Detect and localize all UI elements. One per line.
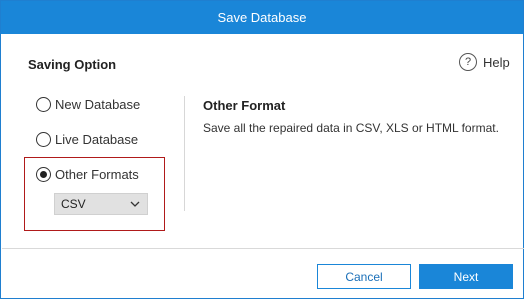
- radio-live-database[interactable]: Live Database: [36, 132, 138, 147]
- radio-circle-icon[interactable]: [36, 132, 51, 147]
- detail-description: Save all the repaired data in CSV, XLS o…: [203, 121, 499, 135]
- help-icon: ?: [459, 53, 477, 71]
- radio-new-database[interactable]: New Database: [36, 97, 140, 112]
- footer-divider: [2, 248, 524, 249]
- radio-checked-icon[interactable]: [36, 167, 51, 182]
- format-selected-value: CSV: [61, 197, 86, 211]
- saving-option-title: Saving Option: [28, 57, 117, 72]
- help-button[interactable]: ? Help: [459, 53, 510, 71]
- window-title: Save Database: [217, 10, 307, 25]
- help-label: Help: [483, 54, 510, 70]
- radio-label: Live Database: [55, 132, 139, 147]
- save-database-dialog: Save Database Saving Option ? Help New D…: [0, 0, 524, 299]
- chevron-down-icon: [130, 201, 140, 207]
- cancel-button[interactable]: Cancel: [317, 264, 411, 289]
- radio-label: Other Formats: [55, 167, 139, 182]
- vertical-divider: [184, 96, 185, 211]
- title-bar: Save Database: [1, 1, 523, 34]
- radio-other-formats[interactable]: Other Formats: [36, 167, 139, 182]
- radio-label: New Database: [55, 97, 141, 112]
- radio-circle-icon[interactable]: [36, 97, 51, 112]
- next-button[interactable]: Next: [419, 264, 513, 289]
- detail-title: Other Format: [203, 98, 286, 113]
- format-dropdown[interactable]: CSV: [54, 193, 148, 215]
